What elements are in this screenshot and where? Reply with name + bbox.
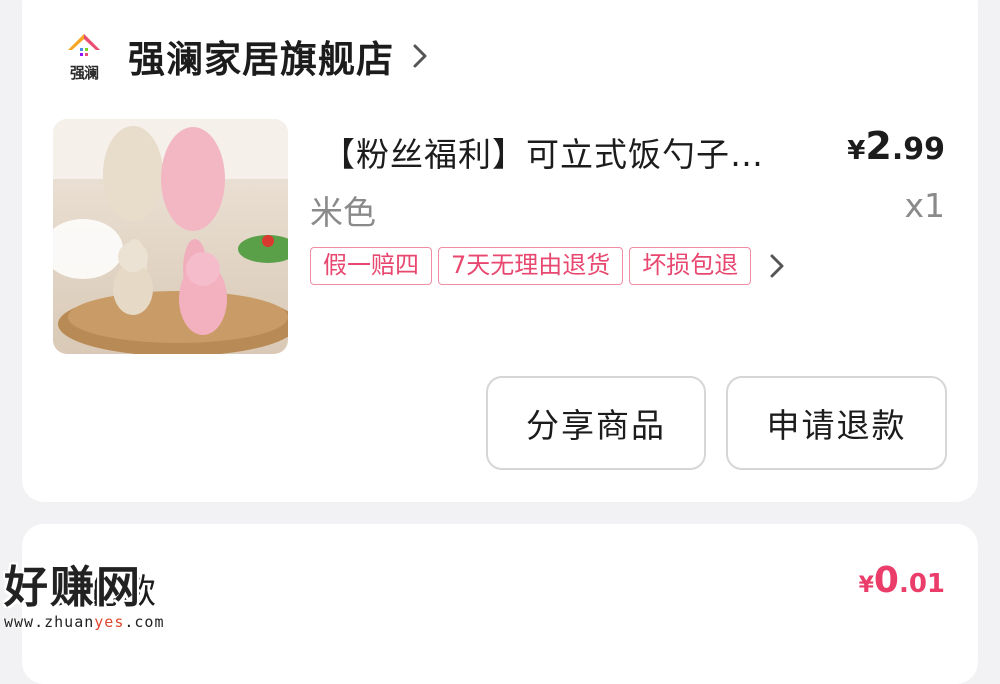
service-tag: 假一赔四 xyxy=(310,247,432,285)
payment-currency: ¥ xyxy=(858,573,874,598)
product-variant: 米色 xyxy=(310,193,376,232)
service-tag: 7天无理由退货 xyxy=(438,247,624,285)
apply-refund-button[interactable]: 申请退款 xyxy=(726,376,947,470)
product-image[interactable] xyxy=(53,119,288,354)
price-integer: 2 xyxy=(865,124,892,168)
store-header[interactable]: 强澜 强澜家居旗舰店 xyxy=(62,30,428,82)
service-tags[interactable]: 假一赔四 7天无理由退货 坏损包退 xyxy=(310,247,785,285)
store-name[interactable]: 强澜家居旗舰店 xyxy=(128,29,394,83)
payment-integer: 0 xyxy=(873,560,899,601)
watermark-url-suffix: .com xyxy=(124,613,165,631)
store-logo: 强澜 xyxy=(62,30,106,82)
price-currency: ¥ xyxy=(847,136,866,166)
product-price: ¥2.99 xyxy=(847,124,945,168)
watermark: 好赚网 www.zhuanyes.com xyxy=(4,563,194,633)
service-tag: 坏损包退 xyxy=(629,247,752,285)
price-decimal: .99 xyxy=(891,132,945,167)
product-quantity: x1 xyxy=(904,186,945,225)
payment-decimal: .01 xyxy=(898,569,945,599)
house-icon xyxy=(68,34,100,56)
watermark-text: 好赚网 xyxy=(4,562,142,613)
watermark-url: www.zhuanyes.com xyxy=(4,613,194,631)
order-card: 强澜 强澜家居旗舰店 【粉丝福利】可立式饭勺子… ¥2.99 米色 x1 假一赔… xyxy=(22,0,978,502)
product-title[interactable]: 【粉丝福利】可立式饭勺子… xyxy=(322,128,822,176)
share-product-button[interactable]: 分享商品 xyxy=(486,376,706,470)
chevron-right-icon[interactable] xyxy=(412,43,428,69)
watermark-url-prefix: www.zhuan xyxy=(4,613,95,631)
payment-amount: ¥0.01 xyxy=(859,560,945,601)
watermark-url-accent: yes xyxy=(94,613,125,631)
store-logo-text: 强澜 xyxy=(69,64,99,82)
chevron-right-icon[interactable] xyxy=(769,253,785,279)
